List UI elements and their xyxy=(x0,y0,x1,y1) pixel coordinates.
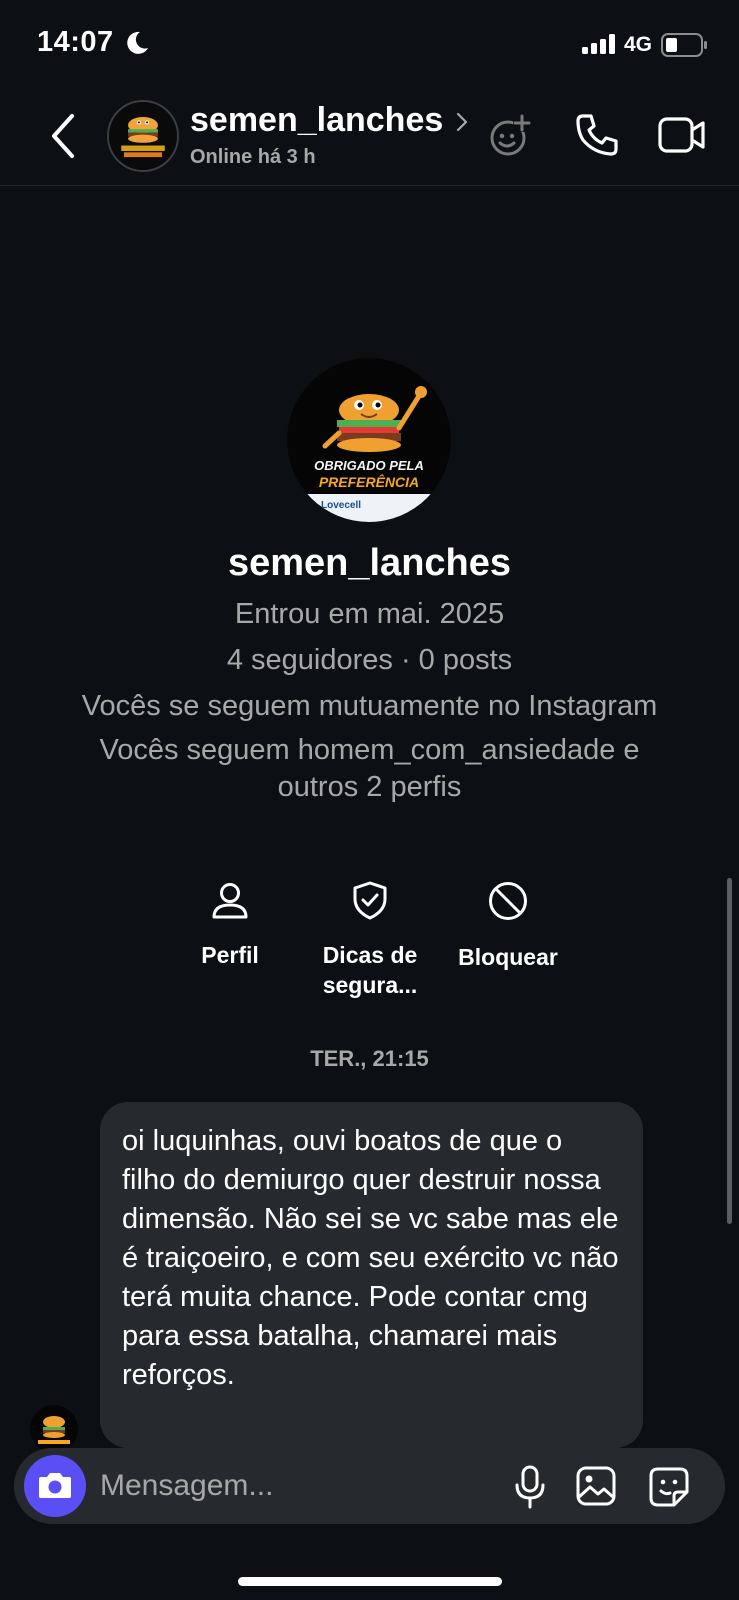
message-bubble[interactable]: oi luquinhas, ouvi boatos de que o filho… xyxy=(100,1102,643,1448)
gallery-icon[interactable] xyxy=(576,1466,616,1506)
shield-check-icon xyxy=(353,881,387,920)
safety-tips-label-line1: Dicas de xyxy=(322,942,418,968)
block-button-label: Bloquear xyxy=(458,944,558,970)
camera-button[interactable] xyxy=(24,1455,86,1517)
profile-button[interactable]: Perfil xyxy=(170,880,290,970)
phone-icon[interactable] xyxy=(574,112,620,158)
network-type: 4G xyxy=(624,33,653,56)
header-avatar[interactable] xyxy=(107,100,179,172)
profile-avatar[interactable]: OBRIGADO PELA PREFERÊNCIA Lovecell xyxy=(287,358,451,522)
profile-button-label: Perfil xyxy=(201,942,259,968)
burger-logo-icon xyxy=(109,102,177,170)
avatar-text-top: OBRIGADO PELA xyxy=(314,458,424,473)
header-username[interactable]: semen_lanches xyxy=(190,101,448,140)
message-timestamp: TER., 21:15 xyxy=(310,1046,429,1071)
message-input[interactable] xyxy=(100,1464,480,1508)
sender-avatar[interactable] xyxy=(30,1405,78,1453)
microphone-icon[interactable] xyxy=(512,1464,548,1510)
scrollbar[interactable] xyxy=(727,878,732,1224)
video-icon[interactable] xyxy=(658,114,706,156)
profile-stats: 4 seguidores · 0 posts xyxy=(226,644,513,676)
avatar-footer-band: Lovecell xyxy=(287,494,451,522)
profile-follows-line2: outros 2 perfis xyxy=(277,771,462,803)
sticker-icon[interactable] xyxy=(648,1466,690,1508)
profile-follows-line1: Vocês seguem homem_com_ansiedade e xyxy=(99,734,640,766)
header-divider xyxy=(0,185,739,186)
signal-icon xyxy=(582,34,615,54)
block-icon xyxy=(489,882,527,920)
avatar-footer: Lovecell xyxy=(321,500,362,511)
message-text: oi luquinhas, ouvi boatos de que o filho… xyxy=(122,1125,619,1391)
battery-icon xyxy=(661,33,707,57)
effects-icon[interactable] xyxy=(486,112,534,160)
safety-tips-label-line2: segura... xyxy=(322,972,418,998)
safety-tips-button[interactable]: Dicas de segura... xyxy=(310,880,430,1000)
home-indicator[interactable] xyxy=(238,1577,502,1586)
safety-tips-label: Dicas de segura... xyxy=(310,940,430,1000)
block-button[interactable]: Bloquear xyxy=(448,880,568,972)
chevron-right-icon[interactable] xyxy=(455,112,469,132)
profile-mutual: Vocês se seguem mutuamente no Instagram xyxy=(81,690,658,722)
back-icon[interactable] xyxy=(44,108,84,164)
profile-joined: Entrou em mai. 2025 xyxy=(234,598,505,630)
status-time: 14:07 xyxy=(37,26,114,58)
avatar-text-bottom: PREFERÊNCIA xyxy=(318,474,420,490)
profile-username: semen_lanches xyxy=(227,542,512,584)
person-icon xyxy=(212,883,248,919)
header-online-status: Online há 3 h xyxy=(190,146,316,168)
camera-icon xyxy=(39,1473,71,1498)
moon-icon xyxy=(127,31,148,54)
